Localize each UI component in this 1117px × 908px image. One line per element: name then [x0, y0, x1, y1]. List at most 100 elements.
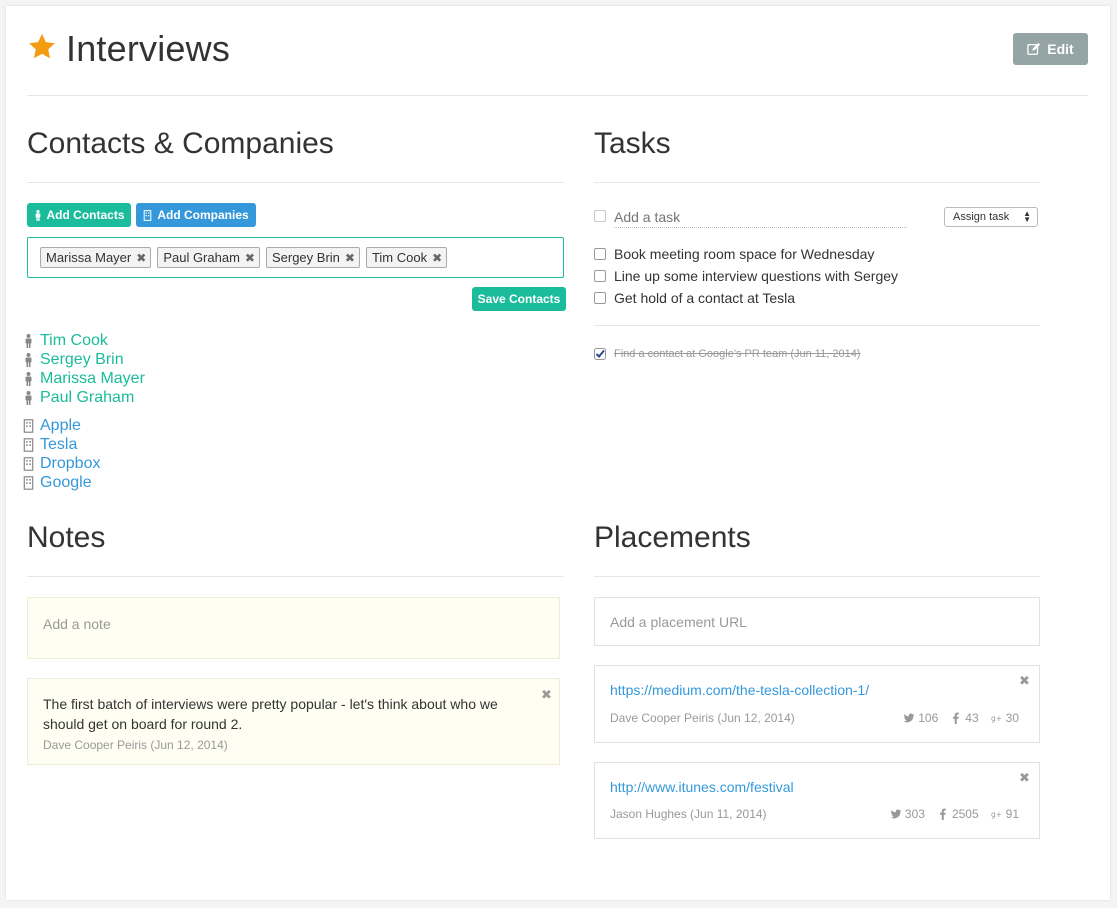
add-companies-button[interactable]: Add Companies: [136, 203, 256, 227]
notes-section-title: Notes: [27, 521, 106, 554]
page-title: Interviews: [66, 28, 231, 69]
placement-meta: Dave Cooper Peiris (Jun 12, 2014): [610, 711, 795, 725]
tasks-completed-divider: [594, 325, 1040, 326]
header-divider: [27, 95, 1088, 96]
building-icon: [23, 418, 34, 433]
contact-tag-label: Tim Cook: [371, 250, 428, 265]
gplus-stat: g+ 30: [991, 711, 1019, 725]
assign-task-select[interactable]: Assign task ▲ ▼: [944, 207, 1038, 227]
save-contacts-label: Save Contacts: [477, 292, 561, 306]
contacts-section-title: Contacts & Companies: [27, 127, 334, 160]
gplus-count: 91: [1005, 807, 1019, 821]
building-icon: [23, 437, 34, 452]
placements-divider: [594, 576, 1040, 577]
completed-task-label: Find a contact at Google's PR team (Jun …: [614, 348, 861, 360]
twitter-icon: [904, 713, 915, 723]
note-text: The first batch of interviews were prett…: [43, 696, 498, 732]
google-plus-icon: g+: [991, 714, 1002, 723]
contacts-divider: [27, 182, 564, 183]
task-label: Line up some interview questions with Se…: [614, 268, 899, 284]
google-plus-icon: g+: [991, 810, 1002, 819]
contacts-tag-input[interactable]: Marissa Mayer ✖ Paul Graham ✖ Sergey Brin ✖…: [27, 237, 564, 278]
task-checkbox[interactable]: [594, 248, 606, 260]
delete-placement-icon[interactable]: ✖: [1019, 770, 1030, 786]
remove-tag-icon[interactable]: ✖: [136, 251, 146, 265]
completed-task-item: Find a contact at Google's PR team (Jun …: [594, 348, 860, 360]
task-checkbox[interactable]: [594, 292, 606, 304]
contact-tag-label: Marissa Mayer: [46, 250, 132, 265]
gplus-count: 30: [1005, 711, 1019, 725]
task-item: Book meeting room space for Wednesday: [594, 246, 874, 262]
task-checkbox[interactable]: [594, 270, 606, 282]
company-link[interactable]: Tesla: [23, 435, 100, 454]
contact-name: Tim Cook: [40, 332, 108, 349]
company-link[interactable]: Dropbox: [23, 454, 100, 473]
remove-tag-icon[interactable]: ✖: [245, 251, 255, 265]
contact-link[interactable]: Sergey Brin: [23, 350, 145, 369]
facebook-icon: [939, 808, 946, 820]
facebook-count: 2505: [951, 807, 979, 821]
add-companies-label: Add Companies: [157, 208, 249, 222]
placement-stats: 303 2505 g+ 91: [890, 807, 1019, 821]
contact-tag: Tim Cook ✖: [365, 247, 448, 268]
contact-tag: Marissa Mayer ✖: [40, 247, 152, 268]
twitter-stat: 303: [890, 807, 925, 821]
contact-name: Sergey Brin: [40, 351, 124, 368]
tasks-section-title: Tasks: [594, 127, 671, 160]
add-task-input[interactable]: [614, 207, 907, 228]
edit-button[interactable]: Edit: [1013, 33, 1088, 65]
add-contacts-button[interactable]: Add Contacts: [27, 203, 131, 227]
contact-list: Tim Cook Sergey Brin Marissa Mayer Paul …: [23, 331, 145, 407]
facebook-stat: 43: [950, 711, 979, 725]
checked-checkbox-icon[interactable]: [594, 348, 606, 360]
person-icon: [25, 390, 32, 405]
placements-section-title: Placements: [594, 521, 751, 554]
person-icon: [25, 333, 32, 348]
add-placement-box[interactable]: Add a placement URL: [594, 597, 1040, 646]
save-contacts-button[interactable]: Save Contacts: [472, 287, 566, 311]
add-placement-placeholder: Add a placement URL: [610, 614, 747, 630]
company-link[interactable]: Apple: [23, 416, 100, 435]
company-link[interactable]: Google: [23, 473, 100, 492]
contact-link[interactable]: Tim Cook: [23, 331, 145, 350]
note-card: The first batch of interviews were prett…: [27, 678, 560, 765]
remove-tag-icon[interactable]: ✖: [345, 251, 355, 265]
building-icon: [23, 456, 34, 471]
task-label: Book meeting room space for Wednesday: [614, 246, 875, 262]
placement-url-link[interactable]: https://medium.com/the-tesla-collection-…: [610, 682, 869, 698]
task-label: Get hold of a contact at Tesla: [614, 290, 796, 306]
twitter-icon: [890, 809, 902, 819]
contact-name: Paul Graham: [40, 389, 135, 406]
building-icon: [23, 475, 34, 490]
contact-link[interactable]: Marissa Mayer: [23, 369, 145, 388]
placement-stats: 106 43 g+ 30: [903, 711, 1019, 725]
placement-card: https://medium.com/the-tesla-collection-…: [594, 665, 1040, 743]
tasks-divider: [594, 182, 1040, 183]
gplus-stat: g+ 91: [991, 807, 1019, 821]
placement-card: http://www.itunes.com/festival Jason Hug…: [594, 762, 1040, 839]
twitter-stat: 106: [903, 711, 938, 725]
placement-meta: Jason Hughes (Jun 11, 2014): [610, 807, 767, 821]
add-note-box[interactable]: Add a note: [27, 597, 560, 659]
task-item: Get hold of a contact at Tesla: [594, 290, 795, 306]
delete-placement-icon[interactable]: ✖: [1019, 673, 1030, 689]
company-name: Dropbox: [40, 455, 101, 472]
person-icon: [35, 209, 40, 221]
company-name: Apple: [40, 417, 81, 434]
twitter-count: 106: [918, 711, 939, 725]
twitter-count: 303: [904, 807, 925, 821]
person-icon: [25, 352, 32, 367]
facebook-stat: 2505: [937, 807, 979, 821]
note-meta: Dave Cooper Peiris (Jun 12, 2014): [43, 738, 228, 752]
remove-tag-icon[interactable]: ✖: [432, 251, 442, 265]
contact-tag: Paul Graham ✖: [157, 247, 260, 268]
star-icon[interactable]: [27, 32, 57, 62]
facebook-count: 43: [965, 711, 979, 725]
task-item: Line up some interview questions with Se…: [594, 268, 898, 284]
svg-text:g+: g+: [991, 714, 1002, 723]
delete-note-icon[interactable]: ✖: [541, 687, 552, 703]
placement-url-link[interactable]: http://www.itunes.com/festival: [610, 779, 794, 795]
contact-link[interactable]: Paul Graham: [23, 388, 145, 407]
select-arrows-icon: ▲ ▼: [1023, 209, 1031, 224]
assign-task-label: Assign task: [953, 211, 1010, 223]
